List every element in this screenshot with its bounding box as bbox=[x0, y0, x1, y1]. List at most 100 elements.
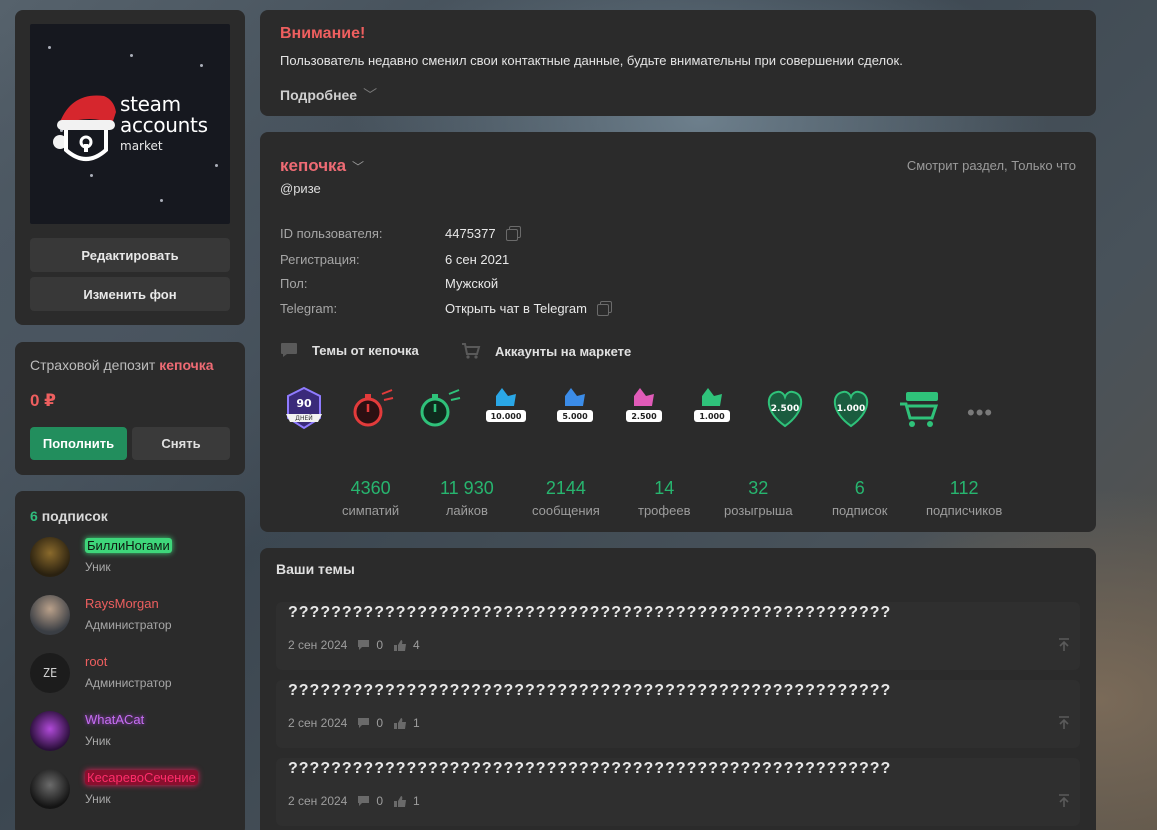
theme-title[interactable]: ????????????????????????????????????????… bbox=[288, 682, 891, 700]
comment-icon bbox=[358, 718, 370, 728]
stat-followers[interactable]: 112 подписчиков bbox=[926, 478, 1002, 518]
subscription-username[interactable]: WhatACat bbox=[85, 712, 144, 727]
stat-label: сообщения bbox=[532, 503, 600, 518]
likes-10000-badge-icon[interactable]: 10.000 bbox=[482, 384, 530, 432]
more-details-label: Подробнее bbox=[280, 87, 358, 103]
active-red-stopwatch-badge-icon[interactable] bbox=[346, 384, 394, 432]
theme-item[interactable]: ????????????????????????????????????????… bbox=[276, 680, 1080, 748]
deposit-username: кепочка bbox=[159, 357, 214, 373]
subscription-username[interactable]: БиллиНогами bbox=[85, 538, 172, 553]
edit-profile-button[interactable]: Редактировать bbox=[30, 238, 230, 272]
stat-subscriptions[interactable]: 6 подписок bbox=[832, 478, 887, 518]
theme-comments-count: 0 bbox=[376, 638, 384, 652]
more-details-toggle[interactable]: Подробнее ﹀ bbox=[280, 85, 377, 105]
subscription-role: Администратор bbox=[85, 618, 172, 632]
subscription-item[interactable]: КесаревоСечение Уник bbox=[30, 769, 240, 813]
avatar[interactable] bbox=[30, 537, 70, 577]
stat-messages[interactable]: 2144 сообщения bbox=[532, 478, 600, 518]
likes-1000-badge-icon[interactable]: 1.000 bbox=[688, 384, 736, 432]
profile-avatar[interactable]: steam accounts market bbox=[30, 24, 230, 224]
stat-giveaways[interactable]: 32 розыгрыша bbox=[724, 478, 793, 518]
likes-2500-badge-icon[interactable]: 2.500 bbox=[620, 384, 668, 432]
stat-sympathies[interactable]: 4360 симпатий bbox=[342, 478, 399, 518]
stat-likes[interactable]: 11 930 лайков bbox=[440, 478, 494, 518]
copy-icon[interactable] bbox=[505, 226, 521, 241]
deposit-title-text: Страховой депозит bbox=[30, 357, 156, 373]
shopping-cart-icon bbox=[462, 343, 481, 359]
registration-value: 6 сен 2021 bbox=[445, 252, 510, 267]
theme-comments-count: 0 bbox=[376, 716, 384, 730]
theme-title[interactable]: ????????????????????????????????????????… bbox=[288, 760, 891, 778]
insurance-deposit-panel: Страховой депозит кепочка 0 ₽ Пополнить … bbox=[15, 342, 245, 475]
pin-to-top-icon[interactable] bbox=[1058, 638, 1070, 652]
like-icon bbox=[394, 639, 407, 651]
stat-value: 6 bbox=[854, 478, 865, 498]
avatar[interactable]: ZE bbox=[30, 653, 70, 693]
svg-text:2.500: 2.500 bbox=[631, 412, 657, 421]
user-id-text: 4475377 bbox=[445, 226, 496, 241]
theme-item[interactable]: ????????????????????????????????????????… bbox=[276, 758, 1080, 826]
subscription-role: Уник bbox=[85, 792, 111, 806]
avatar-initials: ZE bbox=[42, 666, 58, 680]
topup-button[interactable]: Пополнить bbox=[30, 427, 127, 460]
copy-icon[interactable] bbox=[596, 301, 612, 316]
theme-date: 2 сен 2024 bbox=[288, 794, 348, 808]
theme-meta: 2 сен 2024 0 4 bbox=[288, 638, 420, 652]
profile-username[interactable]: кепочка ﹀ bbox=[280, 156, 364, 176]
pin-to-top-icon[interactable] bbox=[1058, 716, 1070, 730]
chevron-down-icon[interactable]: ﹀ bbox=[352, 160, 364, 174]
theme-likes-count: 4 bbox=[413, 638, 420, 652]
theme-likes-count: 1 bbox=[413, 716, 420, 730]
subscription-item[interactable]: WhatACat Уник bbox=[30, 711, 240, 755]
avatar[interactable] bbox=[30, 769, 70, 809]
sympathies-1000-badge-icon[interactable]: 1.000 bbox=[827, 384, 875, 432]
stat-value: 4360 bbox=[350, 478, 391, 498]
theme-title[interactable]: ????????????????????????????????????????… bbox=[288, 604, 891, 622]
stat-label: лайков bbox=[445, 503, 488, 518]
warning-title: Внимание! bbox=[280, 25, 366, 42]
pin-to-top-icon[interactable] bbox=[1058, 794, 1070, 808]
profile-panel: кепочка ﹀ @ризе Смотрит раздел, Только чт… bbox=[260, 132, 1096, 532]
subscription-username[interactable]: root bbox=[85, 654, 107, 669]
star-decoration bbox=[160, 199, 163, 202]
stat-value: 112 bbox=[949, 478, 979, 498]
theme-item[interactable]: ????????????????????????????????????????… bbox=[276, 602, 1080, 670]
theme-meta: 2 сен 2024 0 1 bbox=[288, 716, 420, 730]
user-themes-link[interactable]: Темы от кепочка bbox=[280, 342, 419, 358]
santa-hat-lock-logo-icon bbox=[53, 95, 116, 161]
market-accounts-link[interactable]: Аккаунты на маркете bbox=[461, 342, 631, 360]
profile-activity-status: Смотрит раздел, Только что bbox=[906, 158, 1076, 173]
subscription-item[interactable]: БиллиНогами Уник bbox=[30, 537, 240, 581]
avatar[interactable] bbox=[30, 595, 70, 635]
subscriptions-panel: 6 подписок БиллиНогами Уник RaysMorgan А… bbox=[15, 491, 245, 830]
subscription-item[interactable]: RaysMorgan Администратор bbox=[30, 595, 240, 639]
star-decoration bbox=[90, 174, 93, 177]
deposit-title: Страховой депозит кепочка bbox=[30, 357, 214, 373]
more-badges-button[interactable]: ••• bbox=[967, 400, 993, 426]
user-themes-label: Темы от кепочка bbox=[312, 342, 419, 358]
subscription-username[interactable]: RaysMorgan bbox=[85, 596, 159, 611]
telegram-chat-link[interactable]: Открыть чат в Telegram bbox=[445, 301, 587, 316]
logo-line: steam bbox=[120, 92, 181, 116]
registration-label: Регистрация: bbox=[280, 252, 360, 267]
change-background-button[interactable]: Изменить фон bbox=[30, 277, 230, 311]
active-green-stopwatch-badge-icon[interactable] bbox=[413, 384, 461, 432]
stat-value: 32 bbox=[748, 478, 769, 498]
market-cart-badge-icon[interactable] bbox=[896, 384, 944, 432]
stat-label: трофеев bbox=[638, 503, 691, 518]
likes-5000-badge-icon[interactable]: 5.000 bbox=[551, 384, 599, 432]
telegram-value: Открыть чат в Telegram bbox=[445, 301, 612, 316]
chat-bubble-icon bbox=[281, 343, 297, 357]
subscription-role: Уник bbox=[85, 734, 111, 748]
svg-text:ДНЕЙ: ДНЕЙ bbox=[295, 415, 312, 422]
subscription-item[interactable]: ZE root Администратор bbox=[30, 653, 240, 697]
avatar[interactable] bbox=[30, 711, 70, 751]
theme-date: 2 сен 2024 bbox=[288, 638, 348, 652]
sympathies-2500-badge-icon[interactable]: 2.500 bbox=[761, 384, 809, 432]
subscription-username[interactable]: КесаревоСечение bbox=[85, 770, 198, 785]
profile-username-text: кепочка bbox=[280, 156, 347, 175]
withdraw-button[interactable]: Снять bbox=[132, 427, 230, 460]
stat-trophies[interactable]: 14 трофеев bbox=[638, 478, 690, 518]
active-90-days-badge-icon[interactable]: 90 ДНЕЙ bbox=[280, 384, 328, 432]
chevron-down-icon: ﹀ bbox=[363, 87, 378, 103]
